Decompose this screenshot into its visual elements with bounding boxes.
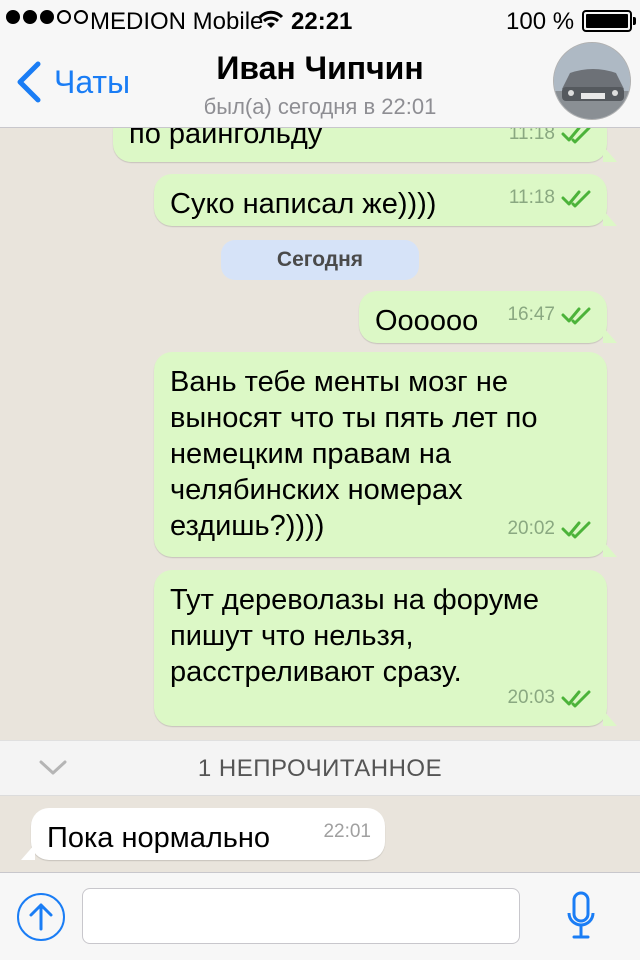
message-time: 22:01 (323, 821, 371, 842)
upload-arrow-icon (29, 903, 53, 931)
message-line: Вань тебе менты мозг не (170, 366, 508, 398)
message-line: Тут дереволазы на форуме (170, 584, 539, 616)
top-bar: MEDION Mobile 22:21 100 % Чаты Иван Чипч… (0, 0, 640, 128)
message-line: пишут что нельзя, (170, 620, 414, 652)
double-check-icon (561, 521, 591, 539)
message-line: немецким правам на (170, 438, 452, 470)
chat-thread[interactable]: по раингольду 11:18 Суко написал же)))) … (0, 128, 640, 872)
message-meta: 16:47 (507, 297, 593, 333)
carrier-name: MEDION Mobile (90, 8, 264, 35)
message-bubble[interactable]: Оооооо 16:47 (359, 291, 617, 343)
battery-percent: 100 % (506, 8, 575, 35)
attach-button[interactable] (17, 893, 65, 941)
message-line: выносят что ты пять лет по (170, 402, 538, 434)
signal-strength-icon (6, 10, 88, 24)
message-meta: 11:18 (509, 180, 593, 216)
microphone-icon[interactable] (566, 891, 596, 943)
car-photo-icon (554, 43, 630, 119)
date-separator: Сегодня (221, 240, 419, 280)
message-text: Пока нормально (47, 822, 270, 854)
message-meta: 20:02 (507, 511, 593, 547)
double-check-icon (561, 307, 591, 325)
message-text: по раингольду (129, 128, 323, 150)
message-input[interactable] (82, 888, 520, 944)
message-bubble[interactable]: Пока нормально 22:01 (21, 808, 385, 860)
message-time: 20:03 (507, 687, 555, 708)
unread-messages-banner[interactable]: 1 НЕПРОЧИТАННОЕ (0, 740, 640, 796)
contact-avatar[interactable] (553, 42, 631, 120)
wifi-icon (258, 10, 284, 28)
message-input-bar (0, 872, 640, 960)
message-bubble[interactable]: Вань тебе менты мозг не выносят что ты п… (154, 352, 617, 557)
message-time: 16:47 (507, 304, 555, 325)
message-meta: 20:03 (507, 680, 593, 716)
message-line: челябинских номерах (170, 474, 463, 506)
message-bubble[interactable]: по раингольду 11:18 (113, 128, 617, 162)
message-time: 11:18 (508, 128, 555, 144)
battery-icon (582, 10, 636, 32)
contact-name[interactable]: Иван Чипчин (0, 50, 640, 87)
message-meta: 22:01 (323, 814, 371, 850)
message-bubble[interactable]: Тут дереволазы на форуме пишут что нельз… (154, 570, 617, 726)
status-time: 22:21 (291, 8, 353, 35)
status-bar: MEDION Mobile 22:21 100 % (0, 0, 640, 40)
message-time: 11:18 (508, 187, 555, 208)
message-time: 20:02 (507, 518, 555, 539)
double-check-icon (561, 690, 591, 708)
double-check-icon (561, 128, 591, 144)
contact-last-seen: был(а) сегодня в 22:01 (203, 94, 437, 119)
double-check-icon (561, 190, 591, 208)
message-meta: 11:18 (509, 128, 593, 152)
unread-count-label: 1 НЕПРОЧИТАННОЕ (197, 755, 443, 782)
message-bubble[interactable]: Суко написал же)))) 11:18 (154, 174, 617, 226)
